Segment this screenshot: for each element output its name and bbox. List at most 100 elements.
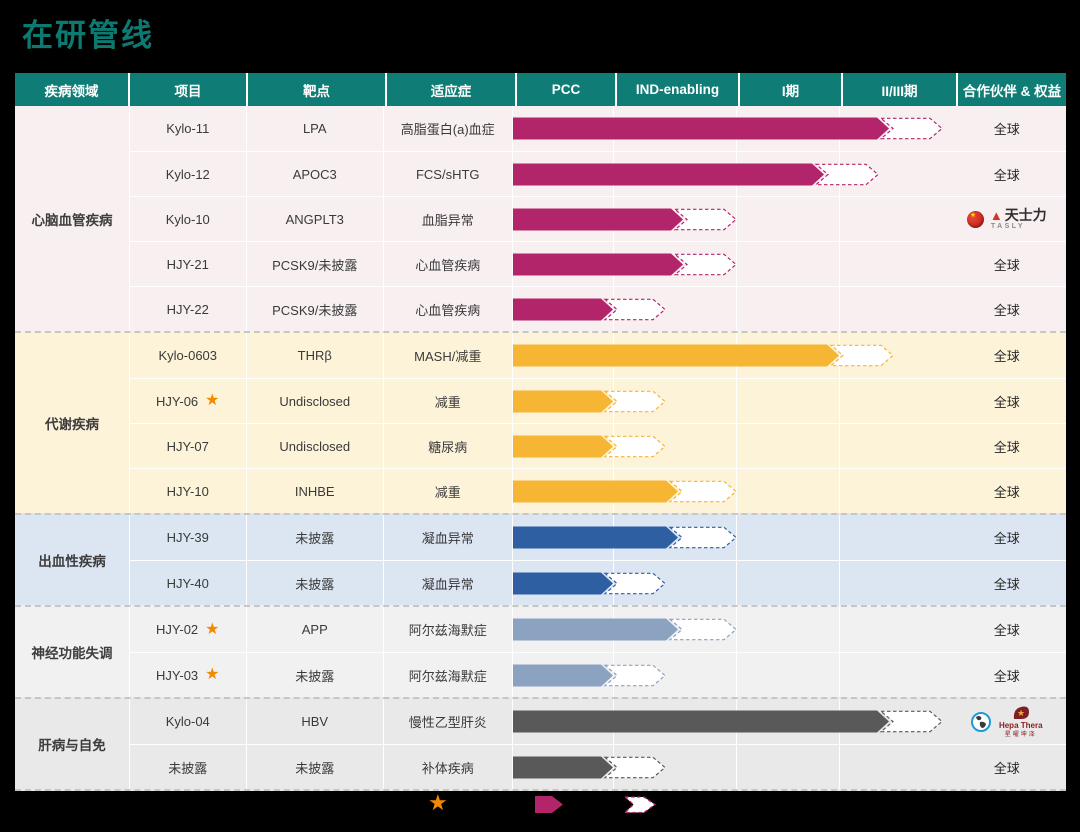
indication-cell: 补体疾病 [384,745,513,789]
progress-bar [513,653,954,698]
project-label: HJY-02 [156,622,198,637]
hepathera-wordmark: ★Hepa Thera星曜坤泽 [999,706,1043,738]
phase-track [513,699,954,744]
progress-bar [513,699,954,744]
progress-dashed-arrow [605,665,665,685]
target-cell: APOC3 [247,152,385,196]
partner-cell: 全球 [954,561,1061,605]
pipeline-row: Kylo-11LPA高脂蛋白(a)血症全球 [130,106,1066,151]
progress-solid-arrow [513,254,683,276]
indication-cell: 凝血异常 [384,515,513,560]
hepathera-sub-label: 星曜坤泽 [1005,732,1037,738]
indication-cell: 心血管疾病 [384,287,513,331]
indication-cell: 减重 [384,469,513,513]
progress-solid-arrow [513,345,839,367]
target-cell: 未披露 [247,515,385,560]
target-cell: PCSK9/未披露 [247,287,385,331]
partner-rights-label: 全球 [994,437,1020,456]
progress-solid-arrow [513,209,683,231]
disease-group: 出血性疾病HJY-39未披露凝血异常全球HJY-40未披露凝血异常全球 [15,513,1066,605]
progress-solid-arrow [513,573,613,595]
partner-cell: 全球 [954,242,1061,286]
progress-bar [513,515,954,560]
project-label: HJY-21 [167,257,209,272]
disease-group: 心脑血管疾病Kylo-11LPA高脂蛋白(a)血症全球Kylo-12APOC3F… [15,106,1066,331]
indication-cell: 阿尔兹海默症 [384,653,513,697]
column-header: 靶点 [248,73,387,106]
partner-cell: 全球 [954,152,1061,196]
partner-cell: 全球 [954,653,1061,697]
tasly-wordmark: ▲天士力TASLY [990,208,1047,230]
indication-cell: 减重 [384,379,513,423]
disease-area-label: 心脑血管疾病 [15,106,130,331]
progress-bar [513,745,954,790]
target-cell: HBV [247,699,385,744]
pipeline-row: Kylo-12APOC3FCS/sHTG全球 [130,151,1066,196]
phase-track [513,607,954,652]
progress-dashed-arrow [605,573,665,593]
progress-bar [513,152,954,197]
phase-track [513,745,954,789]
pipeline-row: Kylo-10ANGPLT3血脂异常★▲天士力TASLY [130,196,1066,241]
phase-track [513,469,954,513]
target-cell: Undisclosed [247,424,385,468]
progress-dashed-arrow [816,164,878,184]
project-label: HJY-40 [167,576,209,591]
column-header: PCC [517,73,617,106]
project-cell: HJY-39 [130,515,247,560]
legend: ★ [0,788,1080,822]
tasly-triangle-icon: ▲ [990,209,1003,222]
progress-dashed-arrow [831,345,893,365]
partner-rights-label: 全球 [994,758,1020,777]
progress-bar [513,197,954,242]
progress-bar [513,333,954,378]
indication-cell: MASH/减重 [384,333,513,378]
phase-track [513,242,954,286]
indication-cell: 高脂蛋白(a)血症 [384,106,513,151]
progress-solid-arrow [513,436,613,458]
pipeline-row: HJY-22PCSK9/未披露心血管疾病全球 [130,286,1066,331]
progress-dashed-arrow [605,391,665,411]
project-label: Kylo-04 [166,714,210,729]
indication-cell: 凝血异常 [384,561,513,605]
partner-rights-label: 全球 [994,666,1020,685]
partner-rights-label: 全球 [994,300,1020,319]
column-header: I期 [740,73,843,106]
column-header: 疾病领域 [15,73,130,106]
project-cell: Kylo-04 [130,699,247,744]
tasly-name-row: ▲天士力 [990,208,1047,222]
partner-cell: 全球 [954,607,1061,652]
project-cell: Kylo-10 [130,197,247,241]
table-header-row: 疾病领域项目靶点适应症PCCIND-enablingI期II/III期合作伙伴 … [15,73,1066,106]
column-header: II/III期 [843,73,958,106]
project-label: HJY-39 [167,530,209,545]
page-title: 在研管线 [22,10,154,55]
project-cell: HJY-07 [130,424,247,468]
target-cell: 未披露 [247,653,385,697]
progress-dashed-arrow [605,757,665,777]
indication-cell: 慢性乙型肝炎 [384,699,513,744]
indication-cell: FCS/sHTG [384,152,513,196]
partner-rights-label: 全球 [994,119,1020,138]
project-label: HJY-10 [167,484,209,499]
project-cell: HJY-06★ [130,379,247,423]
partner-rights-label: 全球 [994,255,1020,274]
phase-track [513,333,954,378]
phase-track [513,152,954,196]
svg-text:★: ★ [1017,708,1025,718]
disease-area-label: 代谢疾病 [15,333,130,513]
progress-dashed-arrow [675,254,736,274]
phase-track [513,424,954,468]
priority-star-icon: ★ [205,622,219,638]
progress-dashed-arrow [670,619,736,639]
tasly-partner-logo: ★▲天士力TASLY [967,208,1047,230]
progress-solid-arrow [513,527,678,549]
indication-cell: 阿尔兹海默症 [384,607,513,652]
group-rows: HJY-39未披露凝血异常全球HJY-40未披露凝血异常全球 [130,515,1066,605]
progress-solid-arrow [513,481,678,503]
progress-dashed-arrow [605,299,665,319]
project-label: HJY-06 [156,394,198,409]
hepathera-leaf-icon: ★ [1012,706,1030,720]
progress-bar [513,379,954,424]
pipeline-row: HJY-21PCSK9/未披露心血管疾病全球 [130,241,1066,286]
